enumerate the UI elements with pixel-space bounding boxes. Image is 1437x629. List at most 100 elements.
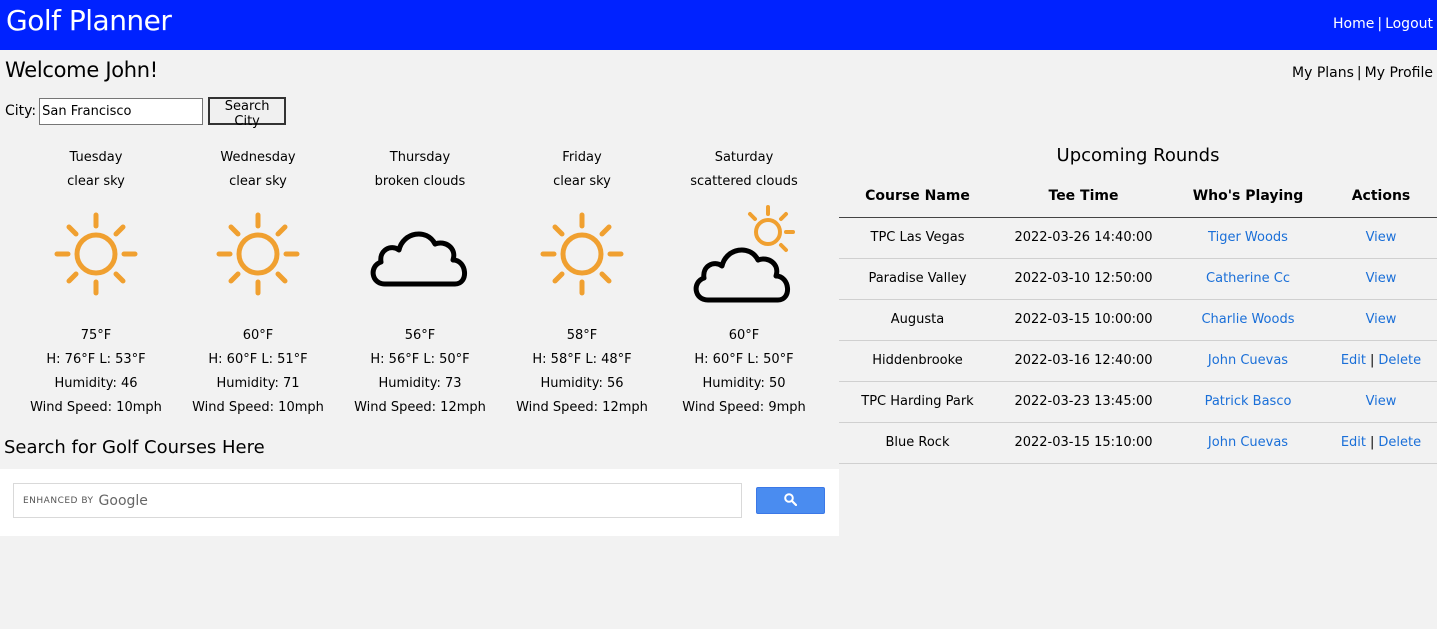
forecast-humidity: Humidity: 56 — [540, 376, 624, 391]
forecast-description: broken clouds — [374, 174, 466, 189]
nav-separator: | — [1356, 65, 1362, 81]
player-link[interactable]: John Cuevas — [1208, 353, 1288, 368]
forecast-humidity: Humidity: 46 — [54, 376, 138, 391]
course-name: Blue Rock — [839, 422, 996, 464]
course-name: TPC Las Vegas — [839, 217, 996, 259]
city-input[interactable] — [39, 97, 204, 125]
action-separator: | — [1370, 435, 1375, 450]
column-header: Who's Playing — [1171, 176, 1325, 218]
sun-behind-cloud-icon — [663, 200, 825, 308]
forecast-day-card: Tuesday clear sky 75°F H: 76°F L: 53°F H… — [15, 146, 177, 420]
column-header: Tee Time — [996, 176, 1171, 218]
top-bar: Golf Planner Home | Logout — [0, 0, 1437, 50]
table-row: Blue Rock 2022-03-15 15:10:00 John Cueva… — [839, 422, 1437, 464]
view-link[interactable]: View — [1366, 271, 1397, 286]
forecast-temp: 56°F — [404, 328, 436, 343]
weather-forecast: Tuesday clear sky 75°F H: 76°F L: 53°F H… — [15, 146, 827, 418]
my-profile-link[interactable]: My Profile — [1365, 65, 1433, 81]
forecast-day-name: Thursday — [389, 150, 451, 165]
view-link[interactable]: View — [1366, 312, 1397, 327]
edit-link[interactable]: Edit — [1341, 435, 1366, 450]
forecast-day-card: Friday clear sky 58°F H: 58°F L: 48°F Hu… — [501, 146, 663, 420]
google-search-box: ENHANCED BY Google — [0, 469, 839, 536]
forecast-day-card: Saturday scattered clouds 60°F H: 60°F L… — [663, 146, 825, 420]
forecast-description: clear sky — [229, 174, 287, 189]
forecast-wind: Wind Speed: 12mph — [516, 400, 648, 415]
forecast-high-low: H: 58°F L: 48°F — [532, 352, 632, 367]
city-search-form: City: Search City — [5, 97, 287, 129]
course-name: TPC Harding Park — [839, 381, 996, 423]
player-link[interactable]: John Cuevas — [1208, 435, 1288, 450]
forecast-high-low: H: 56°F L: 50°F — [370, 352, 470, 367]
forecast-temp: 58°F — [566, 328, 598, 343]
forecast-high-low: H: 60°F L: 50°F — [694, 352, 794, 367]
top-nav: Home | Logout — [1333, 16, 1433, 32]
forecast-wind: Wind Speed: 12mph — [354, 400, 486, 415]
table-row: Augusta 2022-03-15 10:00:00 Charlie Wood… — [839, 299, 1437, 341]
forecast-day-card: Wednesday clear sky 60°F H: 60°F L: 51°F… — [177, 146, 339, 420]
forecast-high-low: H: 60°F L: 51°F — [208, 352, 308, 367]
forecast-description: clear sky — [553, 174, 611, 189]
sun-icon — [177, 200, 339, 308]
nav-separator: | — [1377, 16, 1383, 32]
sun-icon — [501, 200, 663, 308]
upcoming-rounds-table: Course Name Tee Time Who's Playing Actio… — [839, 176, 1437, 464]
app-title: Golf Planner — [6, 4, 172, 37]
forecast-description: scattered clouds — [690, 174, 798, 189]
home-link[interactable]: Home — [1333, 16, 1374, 32]
my-plans-link[interactable]: My Plans — [1292, 65, 1354, 81]
forecast-humidity: Humidity: 71 — [216, 376, 300, 391]
view-link[interactable]: View — [1366, 394, 1397, 409]
forecast-humidity: Humidity: 73 — [378, 376, 462, 391]
cloud-icon — [339, 200, 501, 308]
user-nav: My Plans | My Profile — [1292, 65, 1433, 81]
tee-time: 2022-03-23 13:45:00 — [996, 381, 1171, 423]
tee-time: 2022-03-10 12:50:00 — [996, 258, 1171, 300]
golf-search-input[interactable]: ENHANCED BY Google — [13, 483, 742, 518]
forecast-wind: Wind Speed: 9mph — [682, 400, 806, 415]
logout-link[interactable]: Logout — [1385, 16, 1433, 32]
google-label: Google — [98, 492, 148, 509]
forecast-day-name: Wednesday — [220, 150, 296, 165]
forecast-high-low: H: 76°F L: 53°F — [46, 352, 146, 367]
action-separator: | — [1370, 353, 1375, 368]
forecast-temp: 60°F — [242, 328, 274, 343]
forecast-wind: Wind Speed: 10mph — [30, 400, 162, 415]
table-header-row: Course Name Tee Time Who's Playing Actio… — [839, 176, 1437, 218]
table-row: TPC Harding Park 2022-03-23 13:45:00 Pat… — [839, 381, 1437, 423]
forecast-description: clear sky — [67, 174, 125, 189]
table-row: TPC Las Vegas 2022-03-26 14:40:00 Tiger … — [839, 217, 1437, 259]
forecast-day-card: Thursday broken clouds 56°F H: 56°F L: 5… — [339, 146, 501, 420]
tee-time: 2022-03-15 10:00:00 — [996, 299, 1171, 341]
forecast-temp: 60°F — [728, 328, 760, 343]
player-link[interactable]: Charlie Woods — [1201, 312, 1294, 327]
tee-time: 2022-03-16 12:40:00 — [996, 340, 1171, 382]
edit-link[interactable]: Edit — [1341, 353, 1366, 368]
upcoming-rounds-title: Upcoming Rounds — [1056, 145, 1220, 166]
search-city-button[interactable]: Search City — [208, 97, 287, 129]
sun-icon — [15, 200, 177, 308]
golf-search-heading: Search for Golf Courses Here — [4, 437, 265, 458]
welcome-heading: Welcome John! — [5, 58, 158, 82]
table-row: Hiddenbrooke 2022-03-16 12:40:00 John Cu… — [839, 340, 1437, 382]
table-row: Paradise Valley 2022-03-10 12:50:00 Cath… — [839, 258, 1437, 300]
forecast-humidity: Humidity: 50 — [702, 376, 786, 391]
tee-time: 2022-03-15 15:10:00 — [996, 422, 1171, 464]
column-header: Actions — [1325, 176, 1437, 218]
course-name: Paradise Valley — [839, 258, 996, 300]
delete-link[interactable]: Delete — [1378, 353, 1421, 368]
forecast-temp: 75°F — [80, 328, 112, 343]
player-link[interactable]: Tiger Woods — [1208, 230, 1288, 245]
course-name: Hiddenbrooke — [839, 340, 996, 382]
delete-link[interactable]: Delete — [1378, 435, 1421, 450]
search-icon — [784, 491, 798, 510]
forecast-day-name: Saturday — [714, 150, 774, 165]
course-name: Augusta — [839, 299, 996, 341]
forecast-day-name: Friday — [562, 150, 602, 165]
player-link[interactable]: Catherine Cc — [1206, 271, 1290, 286]
player-link[interactable]: Patrick Basco — [1205, 394, 1292, 409]
golf-search-button[interactable] — [756, 487, 825, 514]
tee-time: 2022-03-26 14:40:00 — [996, 217, 1171, 259]
view-link[interactable]: View — [1366, 230, 1397, 245]
forecast-day-name: Tuesday — [69, 150, 123, 165]
